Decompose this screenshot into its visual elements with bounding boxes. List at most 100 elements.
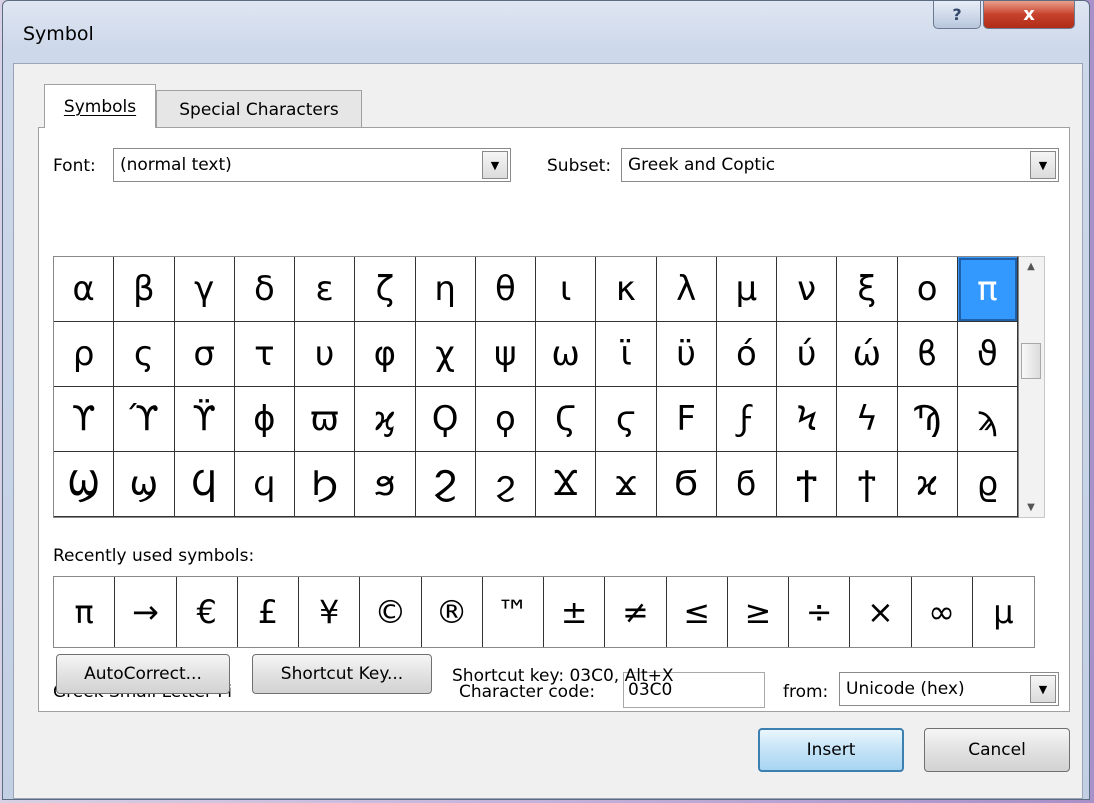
tab-symbols-label: Symbols (63, 96, 137, 117)
symbol-cell[interactable]: Ϭ (656, 452, 717, 517)
symbol-cell[interactable]: ϩ (475, 452, 536, 517)
symbol-cell[interactable]: ϊ (596, 322, 657, 387)
symbol-cell[interactable]: σ (174, 322, 235, 387)
symbol-cell[interactable]: τ (234, 322, 295, 387)
symbol-cell[interactable]: λ (656, 257, 717, 322)
symbol-cell[interactable]: Ϩ (415, 452, 476, 517)
symbol-cell[interactable]: Ϫ (536, 452, 597, 517)
symbol-cell[interactable]: ϙ (475, 387, 536, 452)
cancel-button[interactable]: Cancel (924, 728, 1070, 772)
symbol-cell[interactable]: Ϟ (777, 387, 838, 452)
insert-button[interactable]: Insert (758, 728, 904, 772)
symbol-cell[interactable]: ϱ (957, 452, 1018, 517)
symbol-cell[interactable]: α (54, 257, 115, 322)
symbol-cell[interactable]: ϛ (596, 387, 657, 452)
scroll-up-icon[interactable]: ▲ (1019, 261, 1043, 272)
recent-symbol-cell[interactable]: ™ (483, 577, 544, 647)
symbol-cell[interactable]: ό (716, 322, 777, 387)
symbol-cell[interactable]: ϭ (716, 452, 777, 517)
symbol-dialog: Symbol ? x Symbols Special Characters Fo… (2, 0, 1090, 800)
recent-symbol-cell[interactable]: ÷ (789, 577, 851, 647)
symbol-cell[interactable]: ϧ (355, 452, 416, 517)
recent-symbol-cell[interactable]: ± (544, 577, 606, 647)
symbol-cell[interactable]: ϖ (295, 387, 356, 452)
symbol-cell[interactable]: χ (415, 322, 476, 387)
symbol-cell[interactable]: ϓ (114, 387, 175, 452)
symbol-cell[interactable]: ϒ (54, 387, 115, 452)
symbol-cell[interactable]: π (957, 257, 1018, 322)
symbol-cell[interactable]: ϐ (897, 322, 958, 387)
recent-symbol-cell[interactable]: ∞ (912, 577, 973, 647)
symbol-cell[interactable]: φ (355, 322, 416, 387)
recent-symbol-cell[interactable]: ≤ (667, 577, 728, 647)
symbol-cell[interactable]: ϟ (837, 387, 898, 452)
symbol-cell[interactable]: Ϣ (54, 452, 115, 517)
symbol-cell[interactable]: Ϝ (656, 387, 717, 452)
symbol-cell[interactable]: ϗ (355, 387, 416, 452)
symbol-cell[interactable]: ϋ (656, 322, 717, 387)
symbol-cell[interactable]: ο (897, 257, 958, 322)
shortcut-key-button[interactable]: Shortcut Key... (252, 654, 432, 694)
from-dropdown[interactable]: Unicode (hex) ▼ (839, 672, 1059, 706)
symbol-cell[interactable]: Ϥ (174, 452, 235, 517)
recent-symbol-cell[interactable]: € (177, 577, 238, 647)
scrollbar-thumb[interactable] (1021, 343, 1041, 379)
symbol-cell[interactable]: ψ (475, 322, 536, 387)
symbol-cell[interactable]: ϥ (234, 452, 295, 517)
symbol-cell[interactable]: ύ (777, 322, 838, 387)
recent-symbol-cell[interactable]: → (115, 577, 177, 647)
recent-symbol-cell[interactable]: © (360, 577, 422, 647)
chevron-down-icon[interactable]: ▼ (1030, 675, 1056, 703)
chevron-down-icon[interactable]: ▼ (1030, 151, 1056, 179)
close-button[interactable]: x (983, 1, 1075, 29)
symbol-cell[interactable]: ξ (837, 257, 898, 322)
recent-symbol-cell[interactable]: ≥ (728, 577, 789, 647)
recent-symbol-cell[interactable]: £ (238, 577, 299, 647)
symbol-cell[interactable]: ώ (837, 322, 898, 387)
symbol-cell[interactable]: Ϙ (415, 387, 476, 452)
recent-symbol-cell[interactable]: ® (422, 577, 483, 647)
symbol-cell[interactable]: δ (234, 257, 295, 322)
symbol-cell[interactable]: θ (475, 257, 536, 322)
recent-symbol-cell[interactable]: ≠ (605, 577, 667, 647)
font-dropdown[interactable]: (normal text) ▼ (113, 148, 511, 182)
symbol-cell[interactable]: Ϧ (295, 452, 356, 517)
symbol-cell[interactable]: η (415, 257, 476, 322)
symbol-cell[interactable]: γ (174, 257, 235, 322)
symbol-cell[interactable]: ω (536, 322, 597, 387)
symbol-cell[interactable]: ζ (355, 257, 416, 322)
symbol-cell[interactable]: ε (295, 257, 356, 322)
symbol-cell[interactable]: ϑ (957, 322, 1018, 387)
subset-dropdown[interactable]: Greek and Coptic ▼ (621, 148, 1059, 182)
symbol-cell[interactable]: ϕ (234, 387, 295, 452)
recent-symbol-cell[interactable]: μ (973, 577, 1034, 647)
chevron-down-icon[interactable]: ▼ (482, 151, 508, 179)
symbol-cell[interactable]: Ϛ (536, 387, 597, 452)
recent-symbol-cell[interactable]: π (54, 577, 116, 647)
symbol-cell[interactable]: β (114, 257, 175, 322)
symbol-cell[interactable]: ϔ (174, 387, 235, 452)
symbol-cell[interactable]: ϡ (957, 387, 1018, 452)
symbol-cell[interactable]: ϯ (837, 452, 898, 517)
symbol-cell[interactable]: ϝ (716, 387, 777, 452)
symbol-cell[interactable]: κ (596, 257, 657, 322)
symbol-cell[interactable]: ϰ (897, 452, 958, 517)
autocorrect-button[interactable]: AutoCorrect... (56, 654, 230, 694)
recent-symbol-cell[interactable]: ¥ (299, 577, 361, 647)
help-button[interactable]: ? (933, 1, 981, 29)
tab-symbols[interactable]: Symbols (44, 84, 156, 128)
symbol-cell[interactable]: μ (716, 257, 777, 322)
symbol-grid-scrollbar[interactable]: ▲ ▼ (1019, 256, 1045, 518)
tab-special-characters[interactable]: Special Characters (156, 90, 362, 128)
symbol-cell[interactable]: ϫ (596, 452, 657, 517)
symbol-cell[interactable]: ρ (54, 322, 115, 387)
symbol-cell[interactable]: Ϡ (897, 387, 958, 452)
symbol-cell[interactable]: ς (114, 322, 175, 387)
symbol-cell[interactable]: ι (536, 257, 597, 322)
scroll-down-icon[interactable]: ▼ (1019, 502, 1043, 513)
symbol-cell[interactable]: ϣ (114, 452, 175, 517)
recent-symbol-cell[interactable]: × (850, 577, 912, 647)
symbol-cell[interactable]: υ (295, 322, 356, 387)
symbol-cell[interactable]: Ϯ (777, 452, 838, 517)
symbol-cell[interactable]: ν (777, 257, 838, 322)
